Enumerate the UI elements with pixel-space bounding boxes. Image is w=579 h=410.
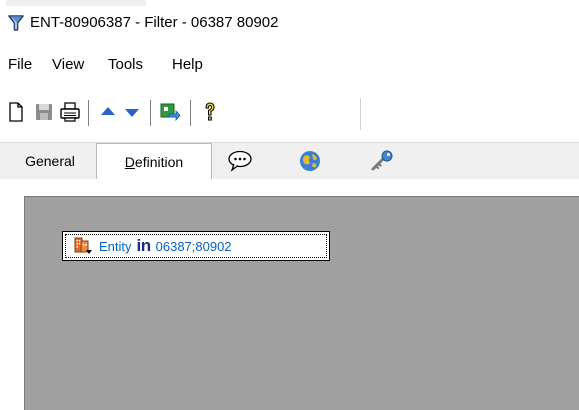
tab-definition[interactable]: Definition xyxy=(96,143,212,179)
filter-canvas[interactable]: Entity in 06387;80902 xyxy=(24,196,579,410)
tab-globe[interactable] xyxy=(280,145,340,177)
key-icon xyxy=(371,150,393,171)
filter-condition-node[interactable]: Entity in 06387;80902 xyxy=(62,231,330,261)
tab-key[interactable] xyxy=(352,145,412,177)
filter-operator: in xyxy=(136,236,152,255)
entity-icon xyxy=(74,237,92,254)
menu-tools[interactable]: Tools xyxy=(108,56,143,73)
help-icon[interactable] xyxy=(198,100,222,124)
globe-icon xyxy=(300,151,320,171)
toolbar-separator xyxy=(190,100,192,126)
tab-definition-label: Definition xyxy=(124,153,184,170)
menu-bar: File View Tools Help xyxy=(0,52,579,78)
new-document-icon[interactable] xyxy=(4,100,28,124)
toolbar-end-divider xyxy=(360,98,361,130)
filter-field-label: Entity xyxy=(99,238,132,254)
comment-icon xyxy=(228,150,252,172)
toolbar xyxy=(0,88,579,136)
menu-file[interactable]: File xyxy=(8,56,32,73)
title-strip xyxy=(6,0,146,6)
tab-general[interactable]: General xyxy=(6,145,94,177)
toolbar-separator xyxy=(88,100,90,126)
toolbar-separator xyxy=(150,100,152,126)
title-bar: ENT-80906387 - Filter - 06387 80902 xyxy=(0,0,579,42)
filter-condition-focus: Entity in 06387;80902 xyxy=(65,234,327,258)
arrow-up-icon[interactable] xyxy=(96,100,120,124)
window-title: ENT-80906387 - Filter - 06387 80902 xyxy=(30,14,279,31)
tab-comments[interactable] xyxy=(210,145,270,177)
tab-bar: General Definition xyxy=(0,142,579,179)
menu-help[interactable]: Help xyxy=(172,56,203,73)
filter-icon xyxy=(8,15,24,31)
tab-general-label: General xyxy=(25,153,75,169)
save-icon[interactable] xyxy=(32,100,56,124)
export-icon[interactable] xyxy=(158,100,182,124)
filter-value: 06387;80902 xyxy=(155,238,232,254)
menu-view[interactable]: View xyxy=(52,56,84,73)
print-icon[interactable] xyxy=(58,100,82,124)
arrow-down-icon[interactable] xyxy=(120,100,144,124)
